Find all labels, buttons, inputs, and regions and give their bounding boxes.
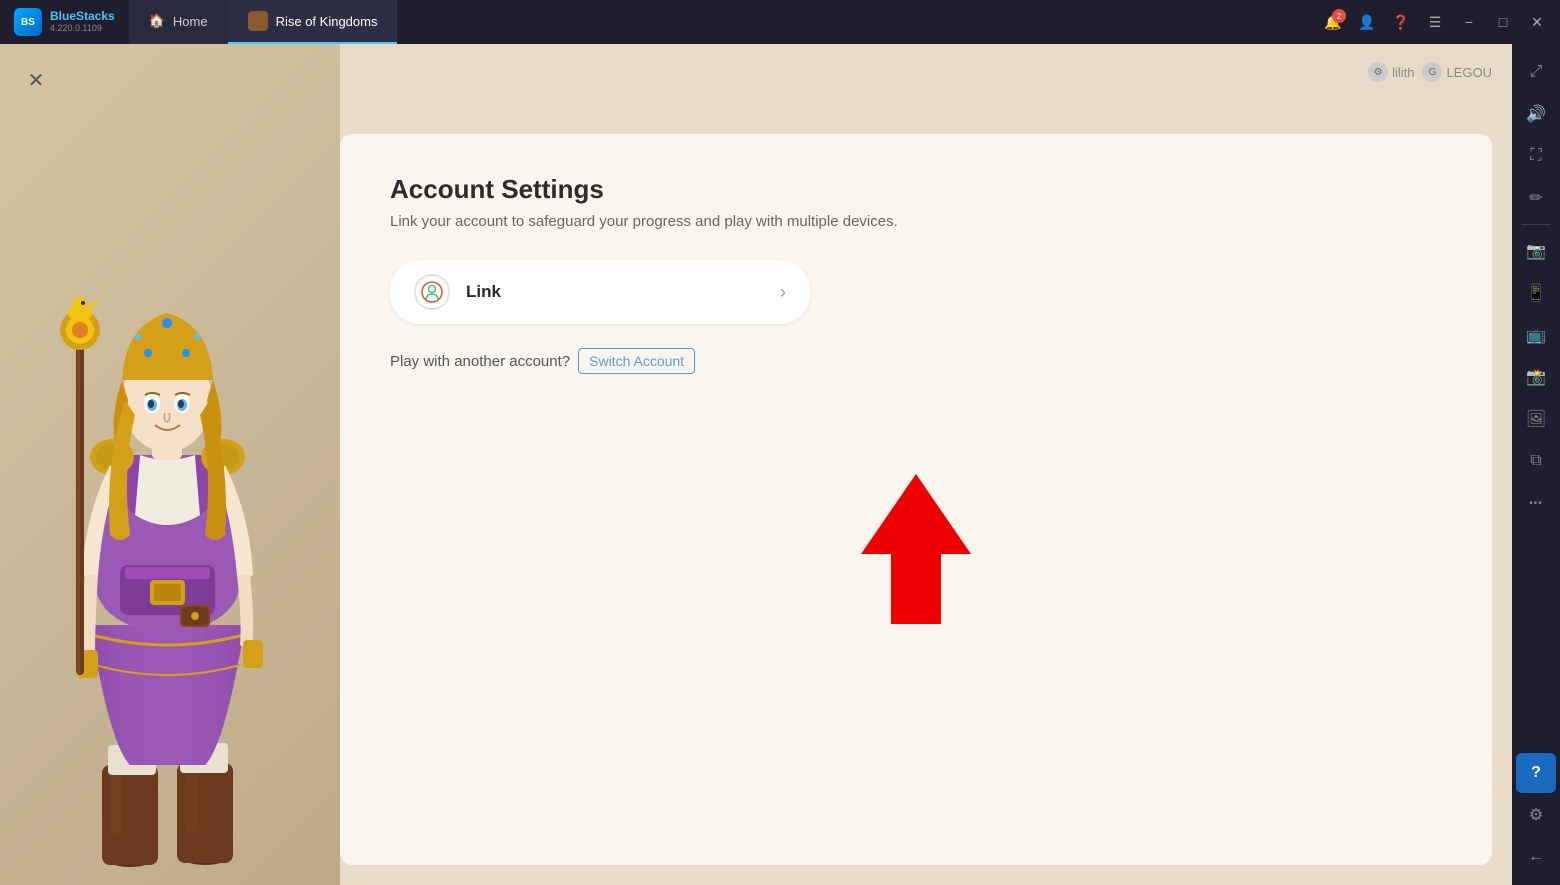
- hamburger-icon: ☰: [1429, 14, 1442, 31]
- right-sidebar: ⤢ 🔊 ⛶ ✏ 📷 📱 📺 📸 🖼 ⧉ •••: [1512, 44, 1560, 885]
- sidebar-divider-1: [1521, 224, 1551, 225]
- gallery-sidebar-icon[interactable]: 🖼: [1516, 399, 1556, 439]
- camera-sidebar-icon[interactable]: 📸: [1516, 357, 1556, 397]
- notification-badge: 2: [1332, 9, 1346, 23]
- maximize-button[interactable]: □: [1488, 7, 1518, 37]
- cast-sidebar-icon[interactable]: 📺: [1516, 315, 1556, 355]
- phone-sidebar-icon[interactable]: 📱: [1516, 273, 1556, 313]
- fullscreen-sidebar-icon[interactable]: ⛶: [1516, 136, 1556, 176]
- help-titlebar-button[interactable]: ❓: [1386, 7, 1416, 37]
- link-button[interactable]: Link ›: [390, 260, 810, 324]
- link-icon: [414, 274, 450, 310]
- minimize-button[interactable]: −: [1454, 7, 1484, 37]
- minimize-icon: −: [1465, 14, 1473, 30]
- legou-icon: G: [1422, 62, 1442, 82]
- close-button[interactable]: ✕: [1522, 7, 1552, 37]
- link-chevron: ›: [780, 282, 786, 303]
- titlebar-left: BS BlueStacks 4.220.0.1109 🏠 Home Rise o…: [0, 0, 397, 44]
- game-tab-icon: [248, 11, 268, 31]
- person-icon: 👤: [1358, 14, 1375, 31]
- arrow-svg: [841, 464, 991, 634]
- switch-account-button[interactable]: Switch Account: [578, 348, 695, 374]
- link-svg-icon: [421, 281, 443, 303]
- legou-label: LEGOU: [1446, 65, 1492, 80]
- bluestacks-logo: BS BlueStacks 4.220.0.1109: [0, 0, 129, 44]
- home-icon: 🏠: [149, 13, 165, 29]
- notification-button[interactable]: 🔔 2: [1318, 7, 1348, 37]
- maximize-icon: □: [1499, 14, 1507, 30]
- video-sidebar-icon[interactable]: 📷: [1516, 231, 1556, 271]
- app-name: BlueStacks: [50, 10, 115, 23]
- home-tab-label: Home: [173, 14, 208, 29]
- copy-sidebar-icon[interactable]: ⧉: [1516, 441, 1556, 481]
- app-version: 4.220.0.1109: [50, 24, 115, 34]
- main-area: ✕ ⚙ lilith G LEGOU: [0, 44, 1560, 885]
- game-tab[interactable]: Rise of Kingdoms: [228, 0, 398, 44]
- bluestacks-text: BlueStacks 4.220.0.1109: [50, 10, 115, 33]
- volume-sidebar-icon[interactable]: 🔊: [1516, 94, 1556, 134]
- settings-sidebar-icon[interactable]: ⚙: [1516, 795, 1556, 835]
- account-button[interactable]: 👤: [1352, 7, 1382, 37]
- bluestacks-icon: BS: [14, 8, 42, 36]
- character-area: [0, 44, 340, 885]
- brand-logos: ⚙ lilith G LEGOU: [1368, 62, 1492, 82]
- character-figure: [30, 205, 310, 885]
- help-sidebar-icon[interactable]: ?: [1516, 753, 1556, 793]
- close-icon: ✕: [1531, 14, 1543, 31]
- edit-sidebar-icon[interactable]: ✏: [1516, 178, 1556, 218]
- back-sidebar-icon[interactable]: ←: [1516, 837, 1556, 877]
- lilith-label: lilith: [1392, 65, 1414, 80]
- question-icon: ❓: [1392, 14, 1409, 31]
- titlebar-right: 🔔 2 👤 ❓ ☰ − □ ✕: [1318, 7, 1560, 37]
- panel-title: Account Settings: [390, 174, 1442, 205]
- game-close-button[interactable]: ✕: [18, 62, 54, 98]
- menu-button[interactable]: ☰: [1420, 7, 1450, 37]
- switch-account-row: Play with another account? Switch Accoun…: [390, 348, 1442, 374]
- legou-logo: G LEGOU: [1422, 62, 1492, 82]
- expand-sidebar-icon[interactable]: ⤢: [1516, 52, 1556, 92]
- lilith-icon: ⚙: [1368, 62, 1388, 82]
- home-tab[interactable]: 🏠 Home: [129, 0, 228, 44]
- panel-subtitle: Link your account to safeguard your prog…: [390, 213, 1442, 230]
- link-label: Link: [466, 282, 764, 302]
- titlebar: BS BlueStacks 4.220.0.1109 🏠 Home Rise o…: [0, 0, 1560, 44]
- game-content: ✕ ⚙ lilith G LEGOU: [0, 44, 1512, 885]
- switch-account-prefix: Play with another account?: [390, 353, 570, 370]
- x-icon: ✕: [28, 68, 45, 93]
- lilith-logo: ⚙ lilith: [1368, 62, 1414, 82]
- red-arrow-annotation: [841, 464, 991, 639]
- account-panel: Account Settings Link your account to sa…: [340, 134, 1492, 865]
- more-sidebar-icon[interactable]: •••: [1516, 483, 1556, 523]
- game-tab-label: Rise of Kingdoms: [276, 14, 378, 29]
